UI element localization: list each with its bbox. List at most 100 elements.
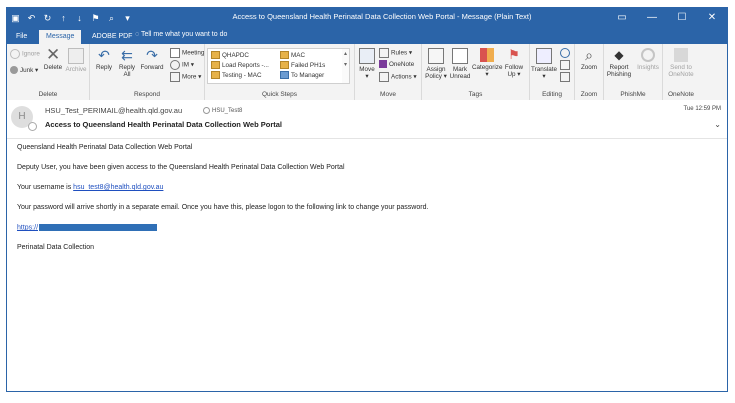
body-line-password: Your password will arrive shortly in a s… <box>17 204 429 211</box>
group-label-zoom: Zoom <box>580 91 598 98</box>
onenote-icon <box>674 48 688 62</box>
message-subject: Access to Queensland Health Perinatal Da… <box>45 120 283 129</box>
zoom-button[interactable]: ⌕ Zoom <box>577 46 601 71</box>
junk-icon <box>10 66 18 75</box>
cursor-icon <box>560 72 570 82</box>
move-button[interactable]: Move ▾ <box>357 46 377 80</box>
quick-step-mac[interactable]: MAC <box>280 51 305 60</box>
group-label-editing: Editing <box>542 91 562 98</box>
sender-address[interactable]: HSU_Test_PERIMAIL@health.qld.gov.au <box>45 106 182 115</box>
quick-step-testing-mac[interactable]: Testing - MAC <box>211 71 262 80</box>
tell-me-search[interactable]: ◌ Tell me what you want to do <box>135 31 227 38</box>
move-icon <box>359 48 375 64</box>
translate-button[interactable]: Translate ▾ <box>531 46 557 80</box>
reply-icon: ↶ <box>98 47 110 63</box>
quick-steps-gallery: QHAPDC Load Reports -... Testing - MAC M… <box>207 48 344 84</box>
mark-unread-button[interactable]: Mark Unread <box>449 46 471 80</box>
group-label-quick-steps: Quick Steps <box>261 91 298 98</box>
onenote-move-button[interactable]: OneNote <box>379 60 414 69</box>
group-zoom: ⌕ Zoom Zoom <box>575 44 604 100</box>
quick-step-load-reports[interactable]: Load Reports -... <box>211 61 269 70</box>
chevron-down-icon[interactable]: ⌄ <box>714 120 721 129</box>
actions-icon <box>379 72 389 82</box>
maximize-button[interactable]: ☐ <box>667 8 697 28</box>
find-button[interactable] <box>560 48 572 58</box>
arrow-icon <box>280 71 289 80</box>
group-label-respond: Respond <box>133 91 161 98</box>
folder-icon <box>280 61 289 70</box>
body-signature: Perinatal Data Collection <box>17 244 95 251</box>
archive-button[interactable]: Archive <box>65 46 87 73</box>
categorize-icon <box>480 48 494 62</box>
reply-all-icon: ⇇ <box>121 47 133 63</box>
rules-icon <box>379 48 389 58</box>
portal-link[interactable]: https:// <box>17 224 38 231</box>
reply-all-button[interactable]: ⇇ Reply All <box>117 46 137 78</box>
actions-button[interactable]: Actions ▾ <box>379 72 417 82</box>
tab-message[interactable]: Message <box>39 30 82 44</box>
policy-icon <box>428 48 444 64</box>
close-button[interactable]: ✕ <box>697 8 727 28</box>
flag-icon: ⚑ <box>508 47 520 62</box>
window-controls: ▭ — ☐ ✕ <box>607 8 727 28</box>
quick-step-qhapdc[interactable]: QHAPDC <box>211 51 249 60</box>
ribbon-tabs: File Message ADOBE PDF ◌ Tell me what yo… <box>7 28 727 44</box>
delete-icon: ✕ <box>46 45 61 64</box>
tab-file[interactable]: File <box>9 30 34 44</box>
send-to-onenote-button[interactable]: Send to OneNote <box>665 46 697 78</box>
forward-button[interactable]: ↷ Forward <box>139 46 165 71</box>
follow-up-button[interactable]: ⚑ Follow Up ▾ <box>503 46 525 79</box>
quick-steps-scroll[interactable]: ▴ ▾ <box>342 48 350 84</box>
assign-policy-button[interactable]: Assign Policy ▾ <box>424 46 448 80</box>
categorize-button[interactable]: Categorize ▾ <box>472 46 502 78</box>
body-line-link: https:// <box>17 224 158 231</box>
group-onenote: Send to OneNote OneNote <box>663 44 699 100</box>
folder-icon <box>211 61 220 70</box>
message-header: H HSU_Test_PERIMAIL@health.qld.gov.au HS… <box>7 100 727 139</box>
select-button[interactable] <box>560 72 572 82</box>
recipient-presence-icon <box>203 107 210 114</box>
body-line-access: Deputy User, you have been given access … <box>17 164 345 171</box>
more-icon <box>170 72 180 82</box>
magnifier-icon: ⌕ <box>585 47 593 63</box>
envelope-icon <box>452 48 468 64</box>
quick-step-to-manager[interactable]: To Manager <box>280 71 324 80</box>
recipient[interactable]: HSU_Test8 <box>203 107 242 114</box>
title-bar: ▣ ↶ ↻ ↑ ↓ ⚑ ⌕ ▾ Access to Queensland Hea… <box>7 8 727 28</box>
received-time: Tue 12:59 PM <box>683 106 721 112</box>
minimize-button[interactable]: — <box>637 8 667 28</box>
folder-icon <box>211 71 220 80</box>
meeting-button[interactable]: Meeting <box>170 48 204 58</box>
ignore-button[interactable]: Ignore <box>10 49 40 59</box>
tab-adobe-pdf[interactable]: ADOBE PDF <box>85 30 139 44</box>
outlook-window: ▣ ↶ ↻ ↑ ↓ ⚑ ⌕ ▾ Access to Queensland Hea… <box>6 7 728 392</box>
fish-icon: ◆ <box>614 48 624 62</box>
related-icon <box>560 60 570 70</box>
meeting-icon <box>170 48 180 58</box>
ignore-icon <box>10 49 20 59</box>
more-respond-button[interactable]: More ▾ <box>170 72 201 82</box>
related-button[interactable] <box>560 60 572 70</box>
group-phishme: ◆ Report Phishing Insights PhishMe <box>604 44 663 100</box>
folder-icon <box>280 51 289 60</box>
delete-button[interactable]: ✕ Delete <box>43 46 63 71</box>
folder-icon <box>211 51 220 60</box>
reply-button[interactable]: ↶ Reply <box>94 46 114 71</box>
presence-icon <box>28 122 37 131</box>
junk-button[interactable]: Junk ▾ <box>10 66 38 75</box>
ribbon-display-icon[interactable]: ▭ <box>607 8 637 28</box>
report-phishing-button[interactable]: ◆ Report Phishing <box>605 46 633 78</box>
quick-step-failed-ph1s[interactable]: Failed PH1s <box>280 61 325 70</box>
archive-icon <box>68 48 84 64</box>
group-label-move: Move <box>380 91 396 98</box>
group-label-onenote: OneNote <box>667 91 695 98</box>
body-line-username: Your username is hsu_test8@health.qld.go… <box>17 184 164 191</box>
group-label-delete: Delete <box>38 91 58 98</box>
im-button[interactable]: IM ▾ <box>170 60 194 70</box>
insights-button[interactable]: Insights <box>635 46 661 71</box>
username-link[interactable]: hsu_test8@health.qld.gov.au <box>73 184 163 191</box>
rules-button[interactable]: Rules ▾ <box>379 48 412 58</box>
group-respond: ↶ Reply ⇇ Reply All ↷ Forward Meeting IM ▾ M… <box>90 44 205 100</box>
ribbon: Ignore Junk ▾ ✕ Delete Archive Delete ↶ Re… <box>7 44 727 101</box>
onenote-icon <box>379 60 387 69</box>
